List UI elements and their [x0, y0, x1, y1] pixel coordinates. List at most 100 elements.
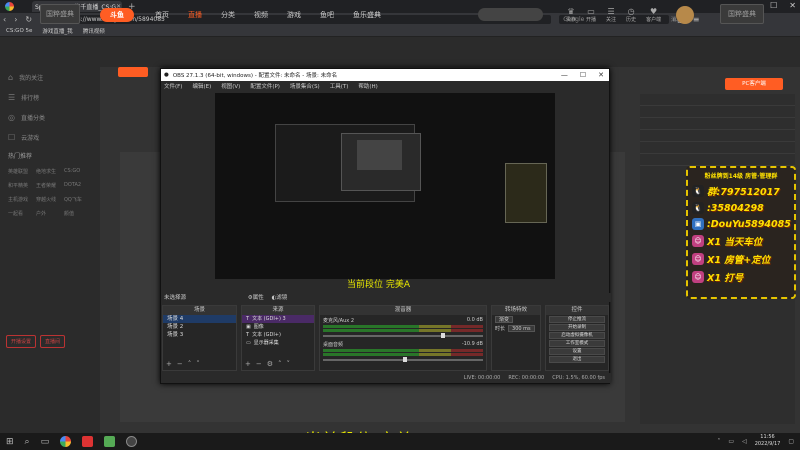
nav-item-forum[interactable]: 鱼吧: [320, 10, 334, 20]
slider-handle[interactable]: [403, 357, 407, 362]
obs-window[interactable]: ● OBS 27.1.3 (64-bit, windows) - 配置文件: 未…: [160, 68, 611, 384]
category-link[interactable]: CS:GO: [64, 168, 92, 175]
sidebar-item-category[interactable]: ◎ 直播分类: [0, 107, 100, 127]
clock[interactable]: 11:56 2022/9/17: [755, 434, 781, 448]
nav-item-festival[interactable]: 鱼乐盛典: [353, 10, 381, 20]
back-icon[interactable]: ‹: [3, 15, 6, 24]
category-link[interactable]: QQ飞车: [64, 196, 92, 203]
category-link[interactable]: 王者荣耀: [36, 182, 64, 189]
reload-icon[interactable]: ↻: [25, 15, 32, 24]
filters-button[interactable]: ◐滤镜: [271, 295, 287, 301]
app-icon[interactable]: [82, 436, 94, 447]
obs-close-button[interactable]: ✕: [598, 71, 604, 79]
obs-menu-file[interactable]: 文件(F): [164, 82, 182, 90]
search-icon[interactable]: ⌕: [25, 437, 30, 447]
obs-menu-help[interactable]: 帮助(H): [358, 82, 377, 90]
tray-up-icon[interactable]: ˄: [717, 438, 720, 445]
sidebar-item-follow[interactable]: ⌂ 我的关注: [0, 67, 100, 87]
folder-icon[interactable]: ▭: [41, 437, 50, 447]
broadcast-button[interactable]: ▭ 开播: [586, 7, 596, 23]
obs-menu-view[interactable]: 视图(V): [221, 82, 240, 90]
obs-minimize-button[interactable]: —: [561, 71, 568, 79]
broadcast-settings-button[interactable]: 开播设置: [6, 335, 37, 348]
volume-icon[interactable]: ◁: [742, 438, 747, 445]
add-icon[interactable]: +: [166, 360, 172, 368]
obs-menu-tools[interactable]: 工具(T): [330, 82, 349, 90]
obs-title: OBS 27.1.3 (64-bit, windows) - 配置文件: 未命名…: [172, 73, 338, 79]
up-icon[interactable]: ˄: [188, 360, 192, 368]
source-item[interactable]: T 文本 (GDI+) 3: [242, 315, 314, 323]
nav-item-games[interactable]: 游戏: [287, 10, 301, 20]
source-item[interactable]: T 文本 (GDI+): [242, 331, 314, 339]
follow-button[interactable]: ☰ 关注: [606, 7, 616, 23]
pc-client-button[interactable]: PC客户端: [725, 78, 783, 90]
noble-button[interactable]: ♛ 贵族: [566, 7, 576, 23]
scene-item[interactable]: 场景 3: [163, 331, 236, 339]
remove-icon[interactable]: −: [177, 360, 183, 368]
maximize-button[interactable]: ☐: [770, 1, 777, 10]
nav-item-video[interactable]: 视频: [254, 10, 268, 20]
nav-item-category[interactable]: 分类: [221, 10, 235, 20]
stop-streaming-button[interactable]: 停止推流: [549, 316, 605, 323]
network-icon[interactable]: ▭: [728, 438, 734, 445]
scene-item[interactable]: 场景 4: [163, 315, 236, 323]
settings-button[interactable]: 设置: [549, 348, 605, 355]
obs-preview[interactable]: [215, 93, 555, 279]
down-icon[interactable]: ˅: [196, 360, 200, 368]
event-banner[interactable]: 国粹盛典: [40, 4, 80, 24]
browser-app-icon[interactable]: [60, 436, 72, 447]
nav-item-home[interactable]: 首页: [155, 10, 169, 20]
slider-handle[interactable]: [441, 333, 445, 338]
app-icon[interactable]: [104, 436, 116, 447]
site-logo[interactable]: 斗鱼: [100, 8, 134, 22]
duration-input[interactable]: 300 ms: [508, 325, 535, 332]
virtual-camera-button[interactable]: 启动虚拟摄像机: [549, 332, 605, 339]
event-banner-right[interactable]: 国粹盛典: [720, 4, 764, 24]
nav-item-live[interactable]: 直播: [188, 10, 202, 20]
volume-slider[interactable]: [323, 333, 483, 338]
start-recording-button[interactable]: 开始录制: [549, 324, 605, 331]
close-button[interactable]: ✕: [789, 1, 796, 10]
transition-select[interactable]: 渐变: [495, 316, 514, 323]
studio-mode-button[interactable]: 工作室模式: [549, 340, 605, 347]
forward-icon[interactable]: ›: [14, 15, 17, 24]
add-icon[interactable]: +: [245, 360, 251, 368]
history-button[interactable]: ◷ 历史: [626, 7, 636, 23]
browser-logo-icon[interactable]: [3, 0, 16, 13]
site-search-input[interactable]: [478, 8, 543, 21]
obs-menu-edit[interactable]: 编辑(E): [192, 82, 211, 90]
windows-start-icon[interactable]: ⊞: [6, 437, 14, 447]
category-link[interactable]: 绝地求生: [36, 168, 64, 175]
gear-icon[interactable]: ⚙: [267, 360, 273, 368]
exit-button[interactable]: 退出: [549, 356, 605, 363]
obs-menu-profile[interactable]: 配置文件(P): [250, 82, 280, 90]
category-link[interactable]: 英雄联盟: [8, 168, 36, 175]
up-icon[interactable]: ˄: [278, 360, 282, 368]
sidebar-item-rank[interactable]: ☰ 排行榜: [0, 87, 100, 107]
client-button[interactable]: ♥ 客户端: [646, 7, 661, 23]
properties-button[interactable]: ⚙属性: [248, 295, 264, 301]
category-link[interactable]: DOTA2: [64, 182, 92, 189]
avatar[interactable]: [676, 6, 694, 24]
category-link[interactable]: 户外: [36, 210, 64, 217]
category-link[interactable]: 和平精英: [8, 182, 36, 189]
down-icon[interactable]: ˅: [287, 360, 291, 368]
notification-icon[interactable]: ▢: [788, 438, 794, 445]
category-link[interactable]: 颜值: [64, 210, 92, 217]
bookmark-item[interactable]: CS:GO 5e: [6, 28, 32, 34]
category-link[interactable]: 穿越火线: [36, 196, 64, 203]
obs-maximize-button[interactable]: ☐: [580, 71, 586, 79]
scene-item[interactable]: 场景 2: [163, 323, 236, 331]
category-link[interactable]: 一起看: [8, 210, 36, 217]
live-room-button[interactable]: 直播间: [40, 335, 66, 348]
source-item[interactable]: ▭ 显示器采集: [242, 339, 314, 347]
source-item[interactable]: ▣ 图像: [242, 323, 314, 331]
obs-menu-scenecollection[interactable]: 场景集合(S): [290, 82, 320, 90]
bookmark-item[interactable]: 腾讯视频: [83, 27, 105, 35]
volume-slider[interactable]: [323, 357, 483, 362]
obs-app-icon[interactable]: [126, 436, 138, 447]
category-link[interactable]: 主机游戏: [8, 196, 36, 203]
sidebar-item-cloud[interactable]: ☐ 云游戏: [0, 127, 100, 147]
remove-icon[interactable]: −: [256, 360, 262, 368]
bookmark-item[interactable]: 游戏直播_我: [42, 27, 72, 35]
